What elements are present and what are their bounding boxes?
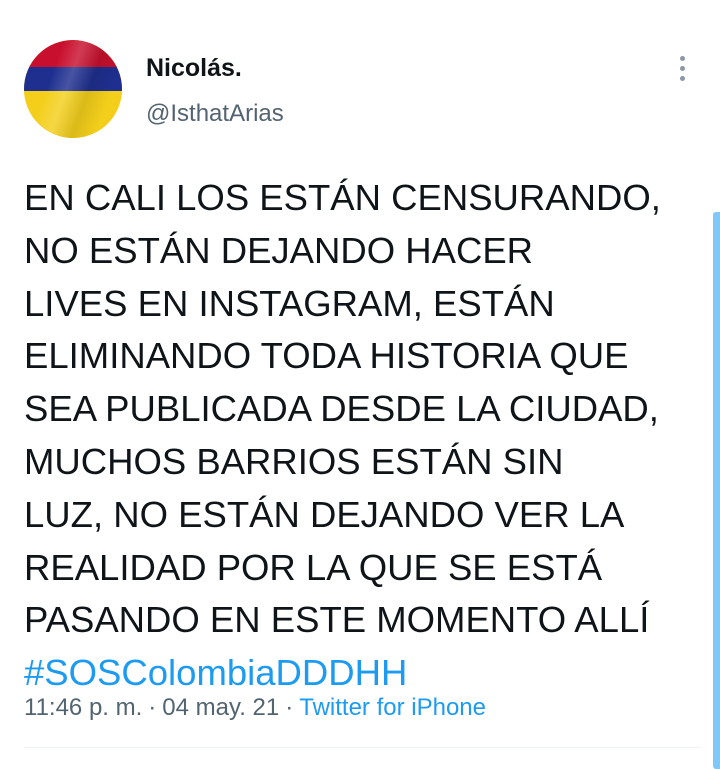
more-vertical-icon[interactable] — [672, 56, 692, 86]
tweet-text-line: ELIMINANDO TODA HISTORIA QUE — [24, 335, 629, 377]
tweet-text: EN CALI LOS ESTÁN CENSURANDO, NO ESTÁN D… — [24, 172, 704, 700]
tweet-source-link[interactable]: Twitter for iPhone — [299, 694, 486, 721]
hashtag-link[interactable]: #SOSColombiaDDDHH — [24, 647, 704, 700]
tweet-date[interactable]: 04 may. 21 — [162, 694, 279, 721]
tweet-text-line: NO ESTÁN DEJANDO HACER — [24, 229, 534, 271]
tweet-text-line: SEA PUBLICADA DESDE LA CIUDAD, — [24, 388, 659, 430]
tweet-meta: 11:46 p. m. · 04 may. 21 · Twitter for iPhon… — [24, 694, 486, 722]
divider — [24, 747, 700, 748]
author-display-name[interactable]: Nicolás. — [146, 54, 242, 83]
tweet-text-line: MUCHOS BARRIOS ESTÁN SIN — [24, 440, 564, 482]
meta-separator: · — [148, 694, 157, 721]
meta-separator: · — [285, 694, 294, 721]
tweet-text-line: EN CALI LOS ESTÁN CENSURANDO, — [24, 177, 661, 218]
tweet-text-line: LUZ, NO ESTÁN DEJANDO VER LA — [24, 493, 625, 535]
tweet-text-line: REALIDAD POR LA QUE SE ESTÁ — [24, 546, 603, 588]
author-handle[interactable]: @IsthatArias — [146, 100, 284, 128]
tweet-card: Nicolás. @IsthatArias EN CALI LOS ESTÁN … — [0, 0, 720, 769]
scrollbar[interactable] — [713, 212, 720, 769]
tweet-text-line: LIVES EN INSTAGRAM, ESTÁN — [24, 282, 555, 324]
flag-fold-shading — [24, 40, 122, 138]
tweet-time[interactable]: 11:46 p. m. — [24, 694, 142, 721]
avatar[interactable] — [24, 40, 122, 138]
tweet-text-line: PASANDO EN ESTE MOMENTO ALLÍ — [24, 599, 650, 641]
